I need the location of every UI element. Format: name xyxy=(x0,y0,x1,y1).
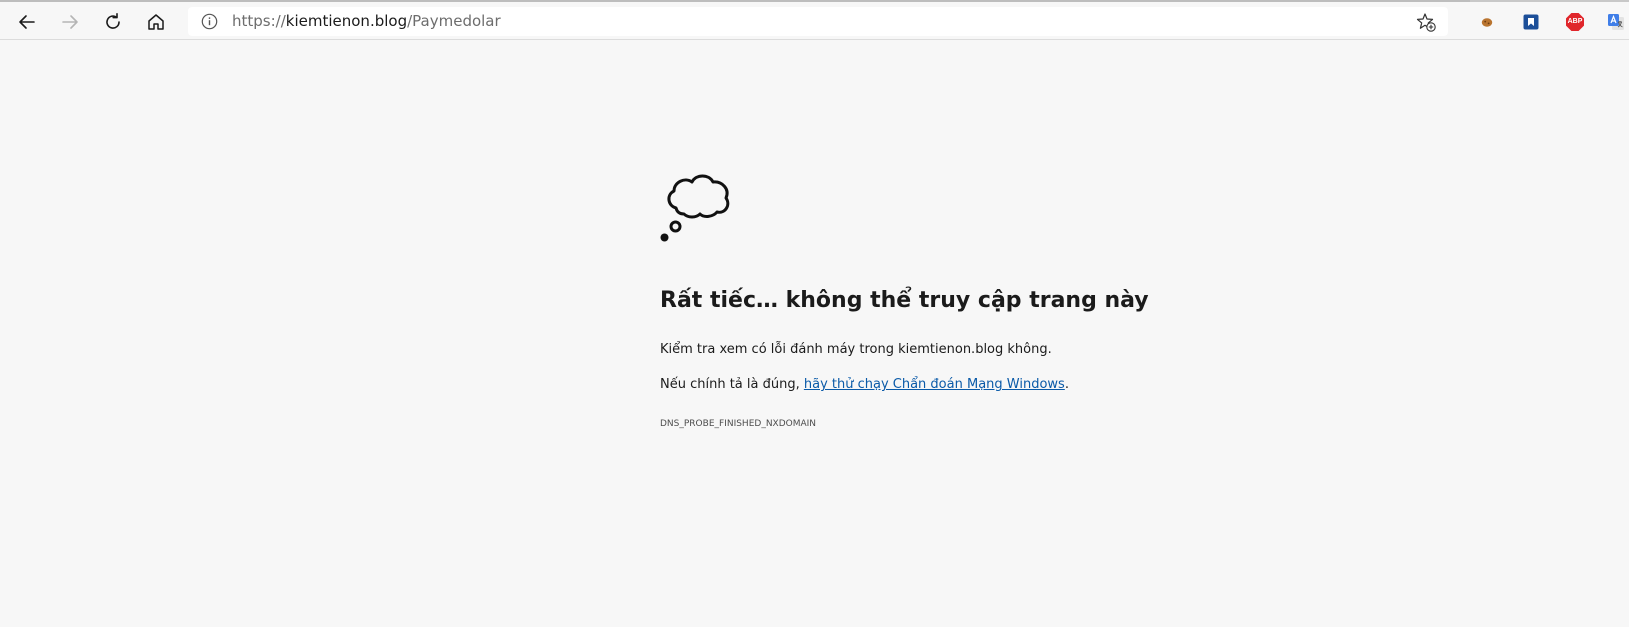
browser-toolbar: https://kiemtienon.blog/Paymedolar ABP xyxy=(0,0,1629,40)
google-translate-button[interactable] xyxy=(1605,11,1627,33)
forward-button[interactable] xyxy=(54,6,86,38)
refresh-icon xyxy=(106,13,120,29)
adblock-plus-icon: ABP xyxy=(1566,13,1584,31)
adblock-plus-button[interactable]: ABP xyxy=(1564,11,1586,33)
home-icon xyxy=(148,14,164,30)
back-icon xyxy=(19,15,35,29)
page-title: Rất tiếc… không thể truy cập trang này xyxy=(660,288,1149,313)
url-path: /Paymedolar xyxy=(407,12,501,30)
url-text[interactable]: https://kiemtienon.blog/Paymedolar xyxy=(232,12,501,31)
refresh-button[interactable] xyxy=(97,6,129,38)
info-icon[interactable] xyxy=(201,13,218,30)
url-scheme: https:// xyxy=(232,12,286,30)
add-favorite-icon[interactable] xyxy=(1416,12,1436,32)
bookmark-extension-icon xyxy=(1523,14,1539,30)
thought-cloud-icon xyxy=(660,174,730,242)
suggestion-text: Nếu chính tả là đúng, hãy thử chạy Chẩn … xyxy=(660,376,1069,394)
bookmark-extension-button[interactable] xyxy=(1520,11,1542,33)
suggestion-prefix: Nếu chính tả là đúng, xyxy=(660,377,804,392)
forward-icon xyxy=(62,15,78,29)
cookie-extension-icon xyxy=(1481,18,1493,27)
google-translate-icon xyxy=(1608,14,1624,30)
home-button[interactable] xyxy=(140,6,172,38)
url-host: kiemtienon.blog xyxy=(285,12,408,30)
address-bar[interactable]: https://kiemtienon.blog/Paymedolar xyxy=(188,7,1448,36)
cookie-extension-button[interactable] xyxy=(1476,11,1498,33)
loading-bar xyxy=(0,0,1470,2)
typo-check-text: Kiểm tra xem có lỗi đánh máy trong kiemt… xyxy=(660,342,1052,357)
network-diagnostics-link[interactable]: hãy thử chạy Chẩn đoán Mạng Windows xyxy=(804,377,1065,392)
error-code: DNS_PROBE_FINISHED_NXDOMAIN xyxy=(660,419,817,429)
suggestion-suffix: . xyxy=(1064,377,1069,392)
back-button[interactable] xyxy=(11,6,43,38)
